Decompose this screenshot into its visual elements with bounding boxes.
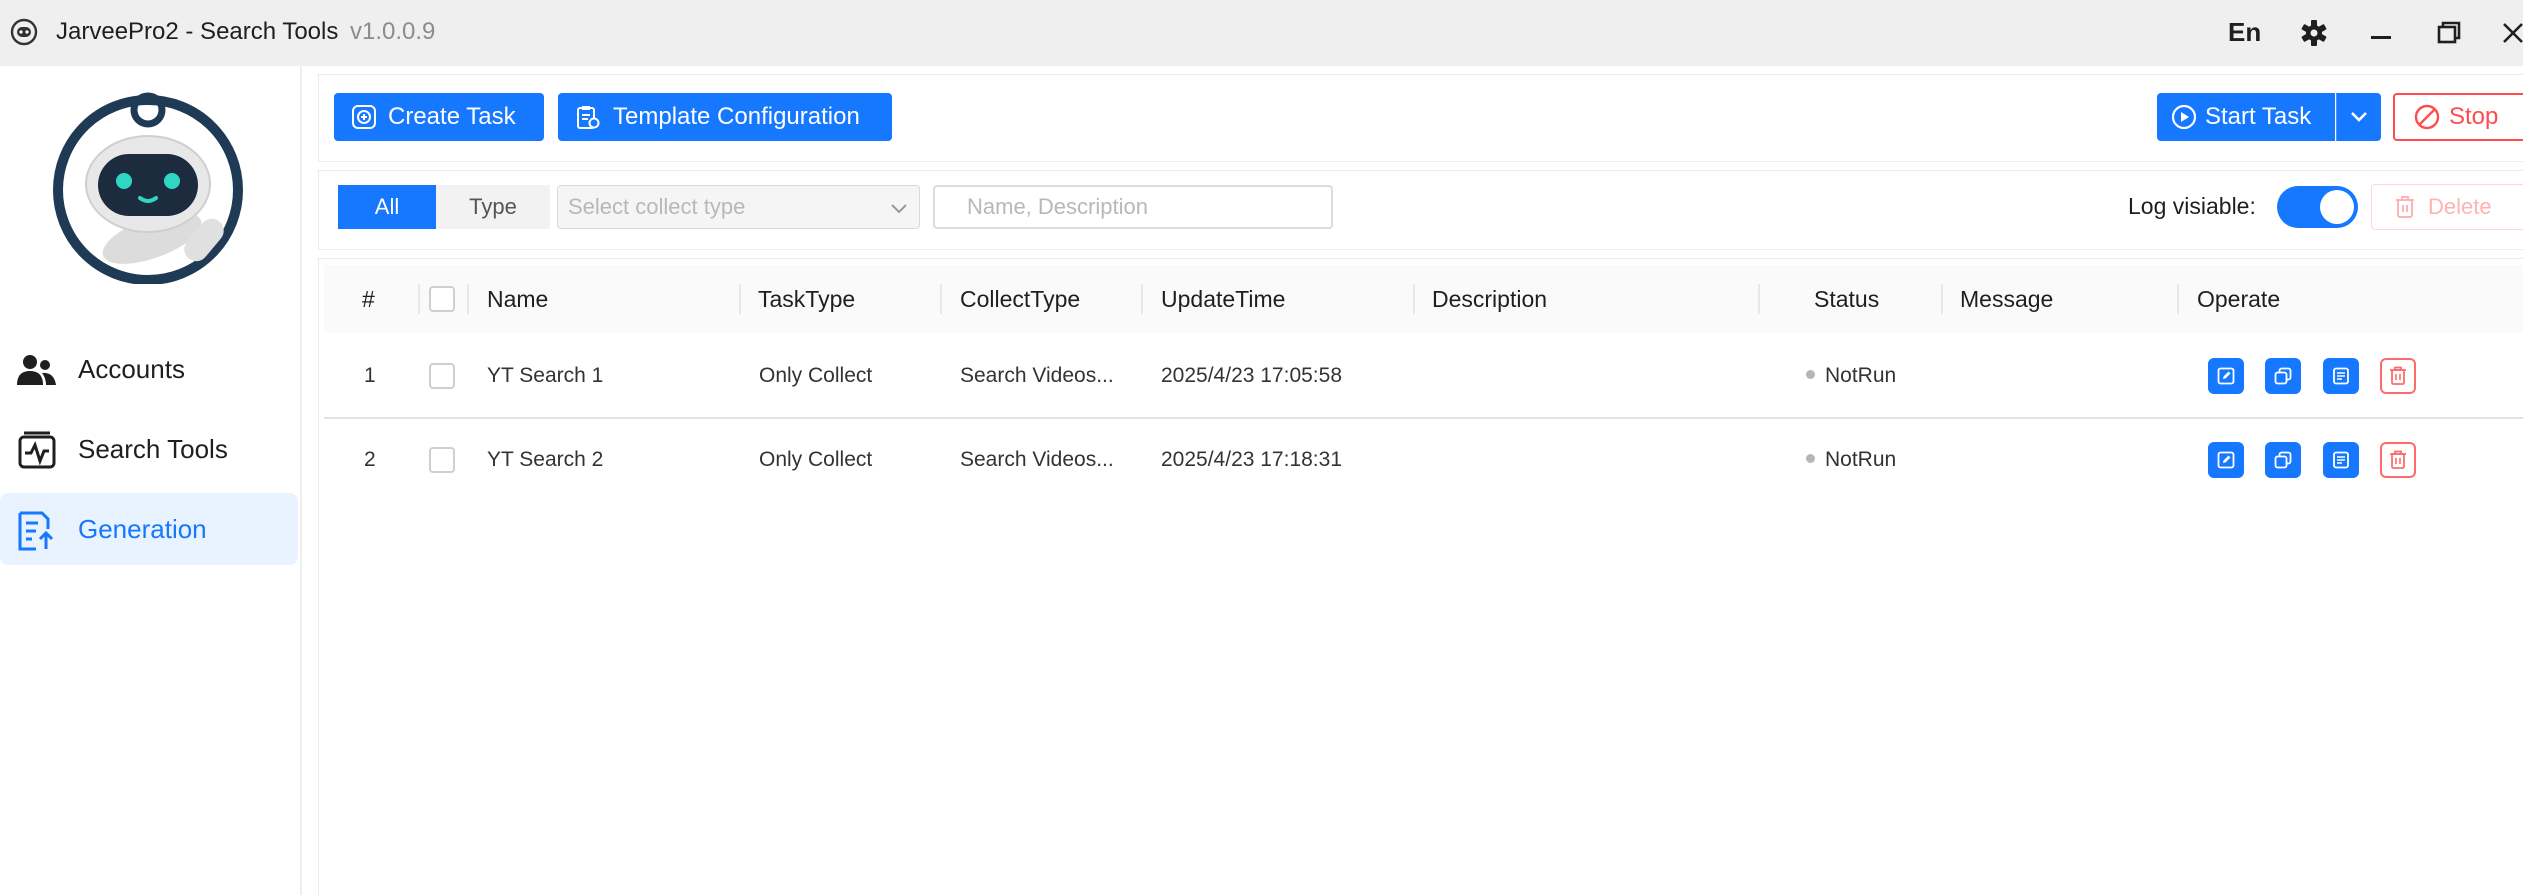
sidebar-item-label: Accounts — [78, 354, 185, 384]
sidebar-item-label: Generation — [78, 514, 207, 544]
row-index: 1 — [364, 364, 376, 387]
select-all-checkbox[interactable] — [429, 286, 455, 312]
status-badge: NotRun — [1806, 335, 1896, 417]
title-bar: JarveePro2 - Search Tools v1.0.0.9 En — [0, 0, 2523, 66]
table-row[interactable]: 1 YT Search 1 Only Collect Search Videos… — [324, 335, 2523, 417]
row-task-type: Only Collect — [759, 448, 873, 471]
edit-button[interactable] — [2208, 358, 2244, 394]
status-dot — [1806, 369, 1815, 379]
column-header-update-time: UpdateTime — [1161, 286, 1286, 312]
document-icon — [2333, 451, 2349, 469]
sidebar-item-search-tools[interactable]: Search Tools — [0, 413, 298, 485]
document-icon — [2333, 367, 2349, 385]
status-dot — [1806, 453, 1815, 463]
edit-button[interactable] — [2208, 442, 2244, 478]
search-placeholder: Name, Description — [967, 194, 1148, 219]
row-update-time: 2025/4/23 17:18:31 — [1161, 448, 1343, 471]
log-visible-toggle[interactable] — [2277, 186, 2358, 228]
sidebar-item-accounts[interactable]: Accounts — [0, 333, 298, 405]
copy-button[interactable] — [2265, 358, 2301, 394]
row-checkbox[interactable] — [429, 447, 455, 473]
template-icon — [577, 106, 600, 129]
copy-button[interactable] — [2265, 442, 2301, 478]
column-header-description: Description — [1432, 286, 1548, 312]
row-name: YT Search 1 — [487, 364, 604, 387]
row-index: 2 — [364, 448, 376, 471]
row-update-time: 2025/4/23 17:05:58 — [1161, 364, 1343, 387]
language-switch[interactable]: En — [2228, 14, 2261, 50]
trash-icon — [2390, 366, 2406, 385]
row-collect-type: Search Videos... — [960, 364, 1114, 387]
column-header-task-type: TaskType — [758, 286, 856, 312]
toggle-knob — [2320, 190, 2354, 224]
chevron-down-icon — [2351, 112, 2367, 122]
segment-type[interactable]: Type — [436, 185, 550, 229]
row-collect-type: Search Videos... — [960, 448, 1114, 471]
row-checkbox[interactable] — [429, 363, 455, 389]
log-button[interactable] — [2323, 358, 2359, 394]
minimize-icon[interactable] — [2364, 16, 2398, 50]
robot-logo — [53, 92, 243, 284]
play-icon — [2171, 104, 2197, 130]
settings-icon[interactable] — [2297, 16, 2331, 50]
table-row[interactable]: 2 YT Search 2 Only Collect Search Videos… — [324, 419, 2523, 501]
sidebar-item-label: Search Tools — [78, 434, 228, 464]
delete-row-button[interactable] — [2380, 358, 2416, 394]
delete-row-button[interactable] — [2380, 442, 2416, 478]
create-task-icon — [352, 105, 376, 129]
restore-icon[interactable] — [2432, 16, 2466, 50]
create-task-button[interactable]: Create Task — [334, 93, 544, 141]
stop-icon — [2414, 104, 2440, 130]
close-icon[interactable] — [2496, 16, 2523, 50]
trash-icon — [2396, 196, 2414, 218]
sidebar-item-generation[interactable]: Generation — [0, 493, 298, 565]
copy-icon — [2274, 367, 2292, 385]
search-input[interactable]: Name, Description — [933, 185, 1333, 229]
stop-button[interactable]: Stop — [2393, 93, 2523, 141]
delete-button[interactable]: Delete — [2371, 184, 2523, 230]
copy-icon — [2274, 451, 2292, 469]
collect-type-placeholder: Select collect type — [568, 194, 746, 219]
window-title: JarveePro2 - Search Tools — [56, 18, 339, 45]
collect-type-select[interactable]: Select collect type — [557, 185, 920, 229]
start-task-button[interactable]: Start Task — [2157, 93, 2335, 141]
generation-icon — [18, 511, 54, 551]
app-logo-icon — [10, 18, 38, 46]
sidebar: Accounts Search Tools Generation — [0, 66, 302, 895]
edit-icon — [2217, 451, 2235, 469]
status-badge: NotRun — [1806, 419, 1896, 501]
log-visible-label: Log visiable: — [2128, 193, 2256, 219]
app-version: v1.0.0.9 — [350, 18, 436, 45]
column-header-operate: Operate — [2197, 286, 2281, 312]
column-header-status: Status — [1814, 286, 1880, 312]
table-header: # Name TaskType CollectType UpdateTime D… — [324, 265, 2523, 333]
start-task-dropdown[interactable] — [2336, 93, 2381, 141]
edit-icon — [2217, 367, 2235, 385]
row-name: YT Search 2 — [487, 448, 604, 471]
column-header-collect-type: CollectType — [960, 286, 1081, 312]
search-tools-icon — [18, 431, 56, 469]
row-task-type: Only Collect — [759, 364, 873, 387]
column-header-index: # — [362, 286, 375, 312]
column-header-message: Message — [1960, 286, 2054, 312]
column-header-name: Name — [487, 286, 549, 312]
segment-all[interactable]: All — [338, 185, 436, 229]
chevron-down-icon — [891, 204, 907, 214]
trash-icon — [2390, 450, 2406, 469]
log-button[interactable] — [2323, 442, 2359, 478]
template-configuration-button[interactable]: Template Configuration — [558, 93, 892, 141]
users-icon — [17, 355, 56, 385]
